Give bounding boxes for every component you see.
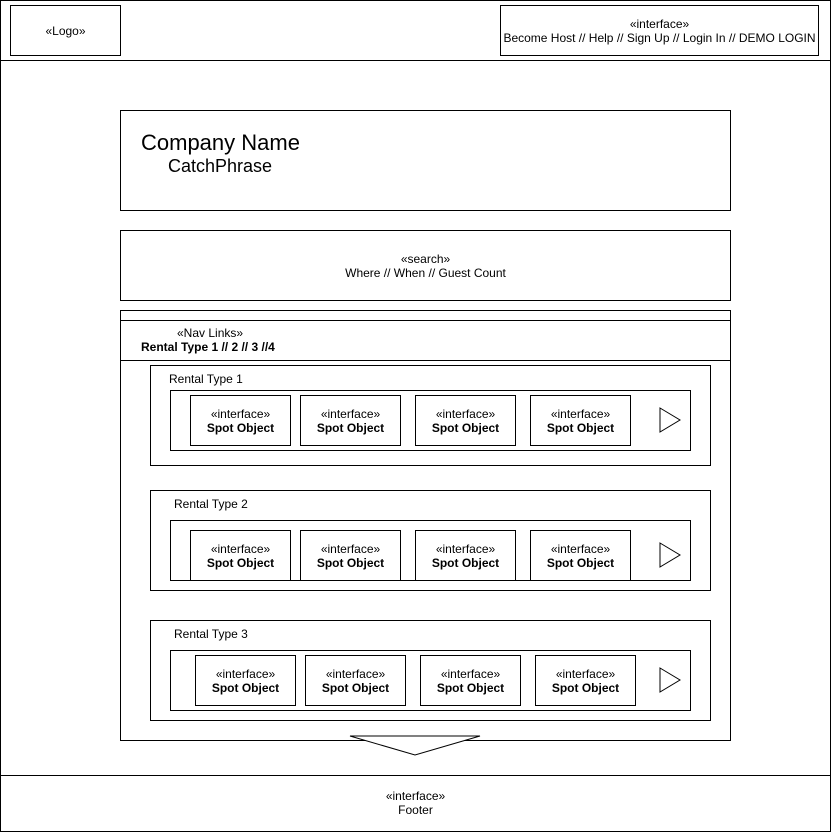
triangle-right-icon[interactable] bbox=[659, 407, 681, 433]
footer: «interface» Footer bbox=[0, 789, 831, 817]
footer-label: Footer bbox=[398, 803, 433, 817]
scroll-down-arrow-icon[interactable] bbox=[349, 735, 481, 756]
arrows-layer bbox=[349, 407, 681, 756]
triangle-right-icon[interactable] bbox=[659, 542, 681, 568]
wireframe: «Logo» «interface» Become Host // Help /… bbox=[0, 0, 831, 832]
triangle-right-icon[interactable] bbox=[659, 667, 681, 693]
footer-divider bbox=[0, 775, 831, 776]
footer-stereotype: «interface» bbox=[385, 789, 446, 803]
